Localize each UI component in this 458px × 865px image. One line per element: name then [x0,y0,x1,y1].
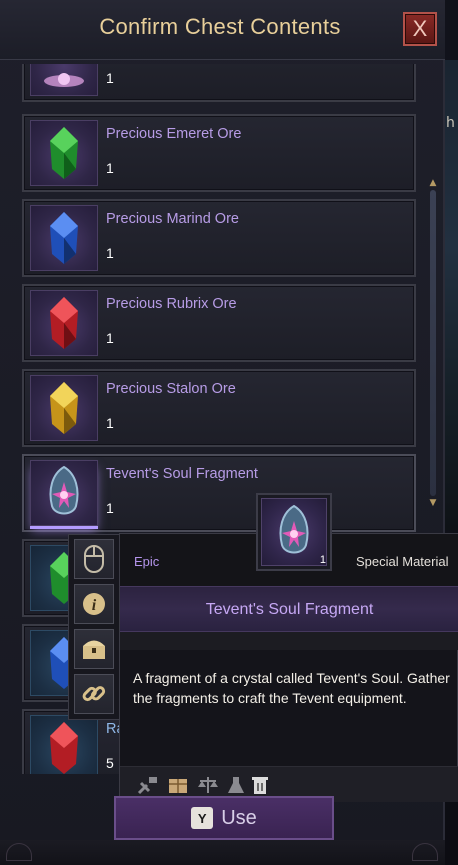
list-item-selected[interactable]: Tevent's Soul Fragment 1 [22,454,416,532]
item-name: Precious Rubrix Ore [106,296,237,312]
tooltip-item-name: Tevent's Soul Fragment [205,601,374,618]
link-icon[interactable] [74,674,114,714]
item-quantity: 1 [106,160,114,176]
red-gem-icon [30,715,98,774]
list-item[interactable]: 1 [22,64,416,102]
item-quantity: 1 [106,330,114,346]
close-icon: X [412,16,428,41]
mouse-icon[interactable] [74,539,114,579]
storage-icon [166,773,190,797]
soul-fragment-icon [30,460,98,526]
tooltip-description: A fragment of a crystal called Tevent's … [133,670,450,706]
list-item[interactable]: Precious Emeret Ore 1 [22,114,416,192]
green-gem-icon [30,120,98,186]
blue-gem-icon [30,205,98,271]
yellow-gem-icon [30,375,98,441]
item-quantity: 1 [106,245,114,261]
tooltip-item-icon: 1 [256,493,332,571]
tooltip-name-bar: Tevent's Soul Fragment [120,586,458,632]
use-button[interactable]: Y Use [114,796,334,840]
item-type: Special Material [356,554,449,569]
game-screen: h Confirm Chest Contents X 1 Precious Em… [0,0,458,865]
item-grade: Epic [134,554,160,569]
tooltip-divider [120,632,458,650]
item-tooltip: Epic Special Material Tevent's Soul Frag… [119,533,458,802]
tooltip-item-quantity: 1 [319,554,326,566]
list-scrollbar[interactable]: ▲ ▼ [428,178,438,508]
item-name: Precious Emeret Ore [106,126,242,142]
window-titlebar: Confirm Chest Contents X [0,0,445,60]
soul-fragment-icon [261,498,327,566]
pink-crystal-icon [30,64,98,96]
window-title: Confirm Chest Contents [99,14,341,39]
scroll-track[interactable] [430,190,436,496]
corner-ornament-left [6,843,32,861]
dismantle-icon [136,773,160,797]
svg-text:i: i [92,597,97,614]
item-name: Precious Marind Ore [106,211,239,227]
item-quantity: 1 [106,415,114,431]
item-quantity: 1 [106,70,114,86]
item-quantity: 1 [106,500,114,516]
item-name: Tevent's Soul Fragment [106,466,258,482]
scroll-down-icon[interactable]: ▼ [428,498,438,508]
item-quantity: 5 [106,755,114,771]
chest-icon[interactable] [74,629,114,669]
market-icon [196,773,220,797]
hotkey-badge: Y [191,807,214,829]
use-button-label: Use [221,806,257,829]
list-item[interactable]: Precious Stalon Ore 1 [22,369,416,447]
item-action-toolbar: i [68,534,120,720]
alchemy-icon [224,773,248,797]
red-gem-icon [30,290,98,356]
info-icon[interactable]: i [74,584,114,624]
window-bottom-frame [0,840,445,865]
trash-icon [248,773,272,797]
close-button[interactable]: X [403,12,437,46]
list-item[interactable]: Precious Marind Ore 1 [22,199,416,277]
scroll-up-icon[interactable]: ▲ [428,178,438,188]
item-name: Precious Stalon Ore [106,381,236,397]
background-text: h [446,115,455,131]
list-item[interactable]: Precious Rubrix Ore 1 [22,284,416,362]
corner-ornament-right [412,843,438,861]
